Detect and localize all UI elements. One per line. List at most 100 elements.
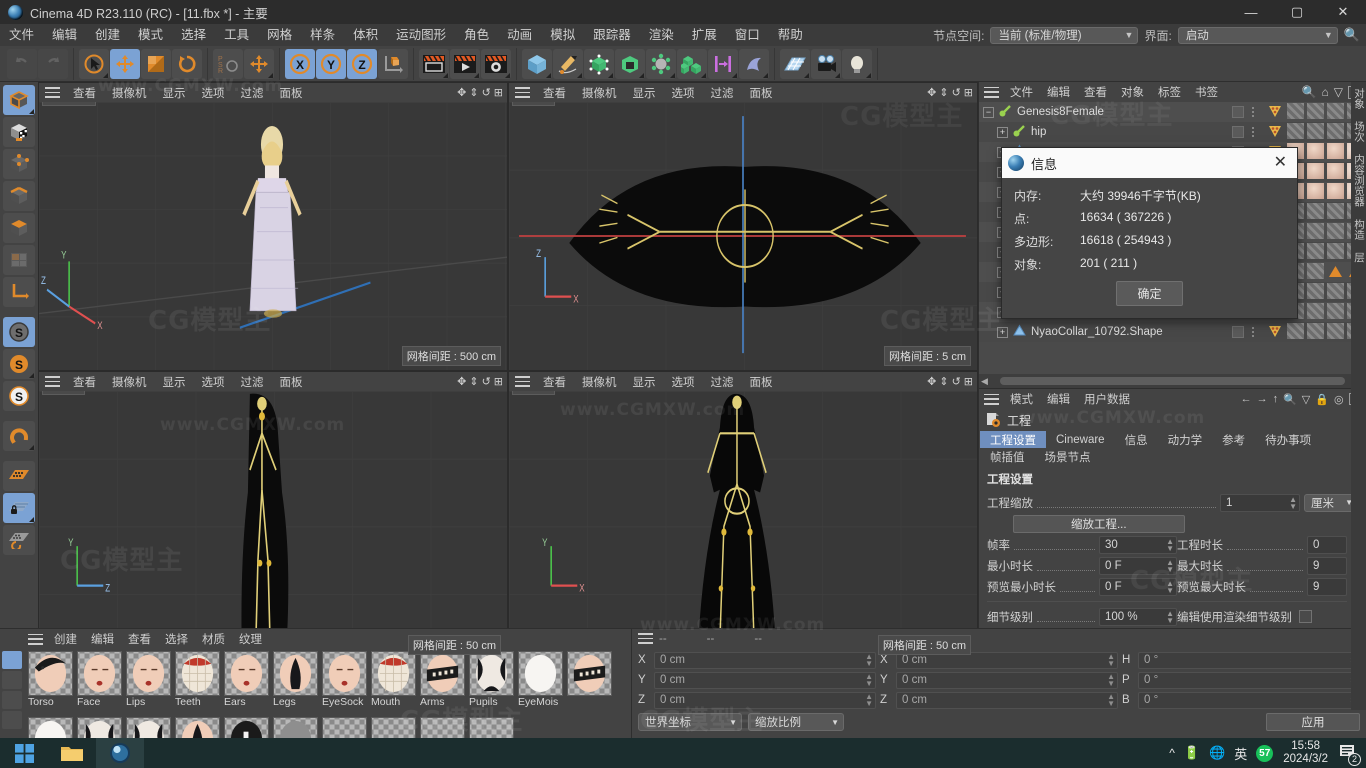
attribute-tab-5[interactable]: 待办事项 [1255,431,1321,448]
viewport-right-menu-3[interactable]: 选项 [194,374,233,390]
menu-item-0[interactable]: 文件 [0,24,43,46]
network-icon[interactable]: 🌐 [1209,745,1225,761]
menu-item-2[interactable]: 创建 [86,24,129,46]
material-preview[interactable] [469,717,514,738]
menu-item-13[interactable]: 跟踪器 [584,24,640,46]
coord-position-input[interactable]: 0 cm ▲ ▼ [654,651,876,669]
project-scale-unit-select[interactable]: 厘米 ▼ [1304,493,1358,512]
axis-mode-button[interactable] [3,277,35,307]
om-menu-item-3[interactable]: 对象 [1114,84,1151,100]
field-button[interactable] [708,48,738,79]
viewport-move-icon[interactable]: ✥ [457,86,466,99]
object-visibility-checkbox[interactable] [1232,326,1244,338]
maxlen-input[interactable]: 9 [1307,556,1347,575]
object-dots[interactable] [1248,102,1258,122]
material-item[interactable] [320,717,369,738]
menu-item-1[interactable]: 编辑 [43,24,86,46]
menu-item-7[interactable]: 样条 [301,24,344,46]
camera-object-button[interactable] [811,48,841,79]
viewport-move-icon[interactable]: ✥ [927,86,936,99]
material-preview[interactable] [469,651,514,696]
target-icon[interactable]: ◎ [1334,393,1344,406]
viewport-perspective[interactable]: 查看 摄像机 显示 选项 过滤 面板 ✥ ⇕ ↺ ⊞ Y X Z 网格间距: … [39,83,507,370]
workplane-button[interactable] [3,461,35,491]
attribute-tab-7[interactable]: 场景节点 [1035,448,1101,465]
material-preview[interactable] [371,651,416,696]
scale-mode-select[interactable]: 缩放比例 ▼ [748,713,844,731]
enable-axis-button[interactable]: S [3,317,35,347]
model-mode-button[interactable] [3,85,35,115]
stepper-icon[interactable]: ▲▼ [1107,673,1115,688]
object-tag-cell[interactable] [1307,263,1326,281]
render-view-button[interactable] [419,48,449,79]
object-tag-cell[interactable] [1307,123,1326,141]
viewport-top[interactable]: 查看摄像机显示选项过滤面板 ✥ ⇕ ↺ ⊞ Z X 顶视图 网格间距 [509,83,977,370]
object-tag-cell[interactable] [1327,103,1346,121]
mat-menu-item-1[interactable]: 编辑 [84,631,121,647]
object-tag-cell[interactable] [1307,283,1326,301]
menu-burger-icon[interactable] [45,87,60,98]
object-tag-cell[interactable] [1287,123,1306,141]
viewport-move-icon[interactable]: ✥ [927,375,936,388]
maximize-button[interactable]: ▢ [1274,0,1320,24]
world-coordinate-button[interactable] [378,48,408,79]
layout-select[interactable]: 启动 ▼ [1177,26,1338,44]
material-item[interactable]: Ears [222,651,271,717]
mat-menu-item-3[interactable]: 选择 [158,631,195,647]
material-preview[interactable] [28,651,73,696]
scale-project-button[interactable]: 缩放工程... [1013,514,1185,533]
coord-rotation-input[interactable]: 0 °▲▼ [1138,691,1360,709]
menu-item-6[interactable]: 网格 [258,24,301,46]
lod-input[interactable]: 100 % ▲ ▼ [1099,607,1177,626]
menu-burger-icon[interactable] [28,633,43,645]
texture-mode-button[interactable] [3,117,35,147]
menu-item-5[interactable]: 工具 [215,24,258,46]
material-item[interactable]: Face [75,651,124,717]
vertical-tab-0[interactable]: 对象 [1351,82,1366,115]
axis-x-button[interactable]: X [285,48,315,79]
viewport-right[interactable]: 查看摄像机显示选项过滤面板 ✥ ⇕ ↺ ⊞ Y Z 右视图 网格间距 : 50 … [39,372,507,659]
material-preview[interactable] [518,651,563,696]
select-tool-button[interactable] [79,48,109,79]
up-arrow-icon[interactable]: ↑ [1273,393,1279,405]
uv-mode-button[interactable] [3,245,35,275]
viewport-top-menu-3[interactable]: 选项 [664,85,703,101]
move-alt-button[interactable] [244,48,274,79]
taskbar-cinema4d[interactable] [96,738,144,768]
render-region-button[interactable] [450,48,480,79]
object-tag-cell[interactable] [1307,243,1326,261]
info-ok-button[interactable]: 确定 [1116,281,1183,306]
search-icon[interactable]: 🔍 [1302,85,1317,99]
menu-item-9[interactable]: 运动图形 [387,24,455,46]
viewport-front-menu-5[interactable]: 面板 [742,374,781,390]
texture-tag-icon[interactable] [1267,103,1286,121]
stepper-icon[interactable]: ▲▼ [1107,693,1115,708]
viewport-perspective-menu-4[interactable]: 过滤 [233,85,272,101]
object-tag-cell[interactable] [1307,103,1326,121]
polygon-mode-button[interactable] [3,213,35,243]
coord-system-select[interactable]: 世界坐标 ▼ [638,713,742,731]
coord-size-input[interactable]: 0 cm ▲ ▼ [896,691,1118,709]
object-tag-cell[interactable] [1307,223,1326,241]
menu-burger-icon[interactable] [515,87,530,98]
viewport-perspective-menu-2[interactable]: 显示 [155,85,194,101]
fps-input[interactable]: 30 ▲ ▼ [1099,535,1177,554]
stepper-icon[interactable]: ▲▼ [1166,579,1174,594]
undo-button[interactable] [7,48,37,79]
material-preview[interactable] [175,717,220,738]
stepper-icon[interactable]: ▲▼ [1166,537,1174,552]
viewport-rotate-icon[interactable]: ↺ [952,375,961,388]
move-tool-button[interactable] [110,48,140,79]
taskbar-clock[interactable]: 15:58 2024/3/2 [1283,740,1328,766]
close-icon[interactable]: ✕ [1270,155,1291,171]
object-visibility-checkbox[interactable] [1232,126,1244,138]
viewport-maximize-icon[interactable]: ⊞ [494,86,503,99]
psr-tool-button[interactable]: PSR [213,48,243,79]
viewport-maximize-icon[interactable]: ⊞ [964,375,973,388]
mat-menu-item-4[interactable]: 材质 [195,631,232,647]
viewport-right-menu-2[interactable]: 显示 [155,374,194,390]
object-tag-cell[interactable] [1327,243,1346,261]
mat-menu-item-0[interactable]: 创建 [47,631,84,647]
material-preview[interactable] [77,717,122,738]
axis-y-button[interactable]: Y [316,48,346,79]
